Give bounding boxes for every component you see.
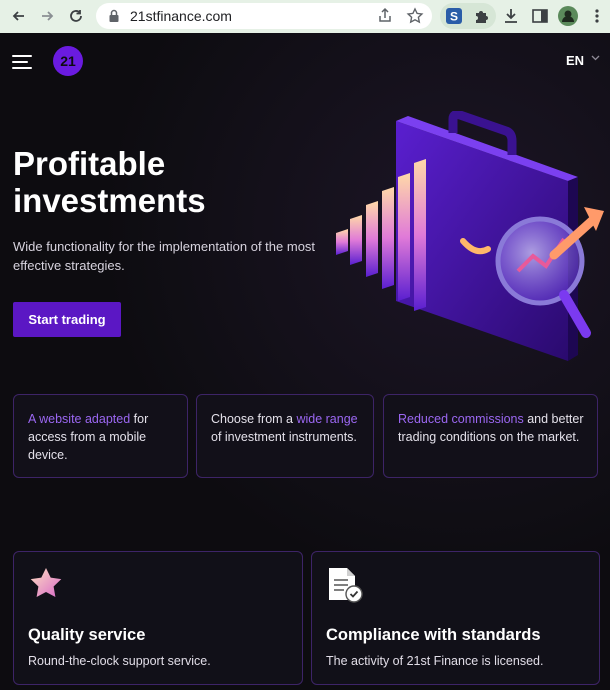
more-vertical-icon[interactable] [587, 6, 607, 26]
lock-icon [106, 8, 122, 24]
chevron-down-icon[interactable] [591, 55, 600, 61]
hero-title: Profitable investments [13, 145, 313, 219]
reload-button[interactable] [63, 3, 89, 29]
download-icon[interactable] [501, 6, 521, 26]
service-card-compliance: Compliance with standards The activity o… [311, 551, 600, 685]
service-title: Quality service [28, 626, 146, 644]
document-check-icon [329, 568, 363, 603]
arrow-left-icon [12, 11, 24, 21]
feature-text-before: Choose from a [211, 412, 297, 426]
service-card-quality: Quality service Round-the-clock support … [13, 551, 303, 685]
language-selector[interactable]: EN [566, 53, 584, 68]
profile-icon[interactable] [558, 6, 578, 26]
briefcase-chart-illustration [336, 111, 604, 361]
feature-accent: A website adapted [28, 412, 131, 426]
sidepanel-icon[interactable] [530, 6, 550, 26]
forward-button[interactable] [34, 3, 60, 29]
url-text: 21stfinance.com [130, 8, 232, 24]
service-title: Compliance with standards [326, 626, 541, 644]
service-description: Round-the-clock support service. [28, 654, 211, 668]
hero-title-line1: Profitable [13, 145, 166, 182]
extension-s-icon[interactable]: S [444, 6, 464, 26]
feature-card-mobile: A website adapted for access from a mobi… [13, 394, 188, 478]
puzzle-icon[interactable] [472, 6, 492, 26]
arrow-right-icon [42, 11, 54, 21]
logo-text: 21 [60, 53, 76, 69]
feature-accent: Reduced commissions [398, 412, 524, 426]
feature-card-instruments: Choose from a wide range of investment i… [196, 394, 374, 478]
browser-toolbar: 21stfinance.com S [0, 0, 610, 33]
feature-accent: wide range [296, 412, 358, 426]
site-logo[interactable]: 21 [53, 46, 83, 76]
feature-text: of investment instruments. [211, 430, 357, 444]
page-content: 21 EN Profitable investments Wide functi… [0, 33, 610, 690]
share-icon[interactable] [376, 7, 394, 25]
reload-icon [70, 10, 82, 22]
svg-text:S: S [450, 10, 458, 24]
address-bar[interactable]: 21stfinance.com [96, 3, 432, 29]
star-icon[interactable] [406, 7, 424, 25]
hero-title-line2: investments [13, 182, 206, 219]
hamburger-menu-icon[interactable] [12, 55, 34, 69]
start-trading-button[interactable]: Start trading [13, 302, 121, 337]
star-icon [30, 568, 62, 597]
back-button[interactable] [6, 3, 32, 29]
service-description: The activity of 21st Finance is licensed… [326, 654, 544, 668]
feature-card-commissions: Reduced commissions and better trading c… [383, 394, 598, 478]
hero-subtitle: Wide functionality for the implementatio… [13, 239, 316, 273]
